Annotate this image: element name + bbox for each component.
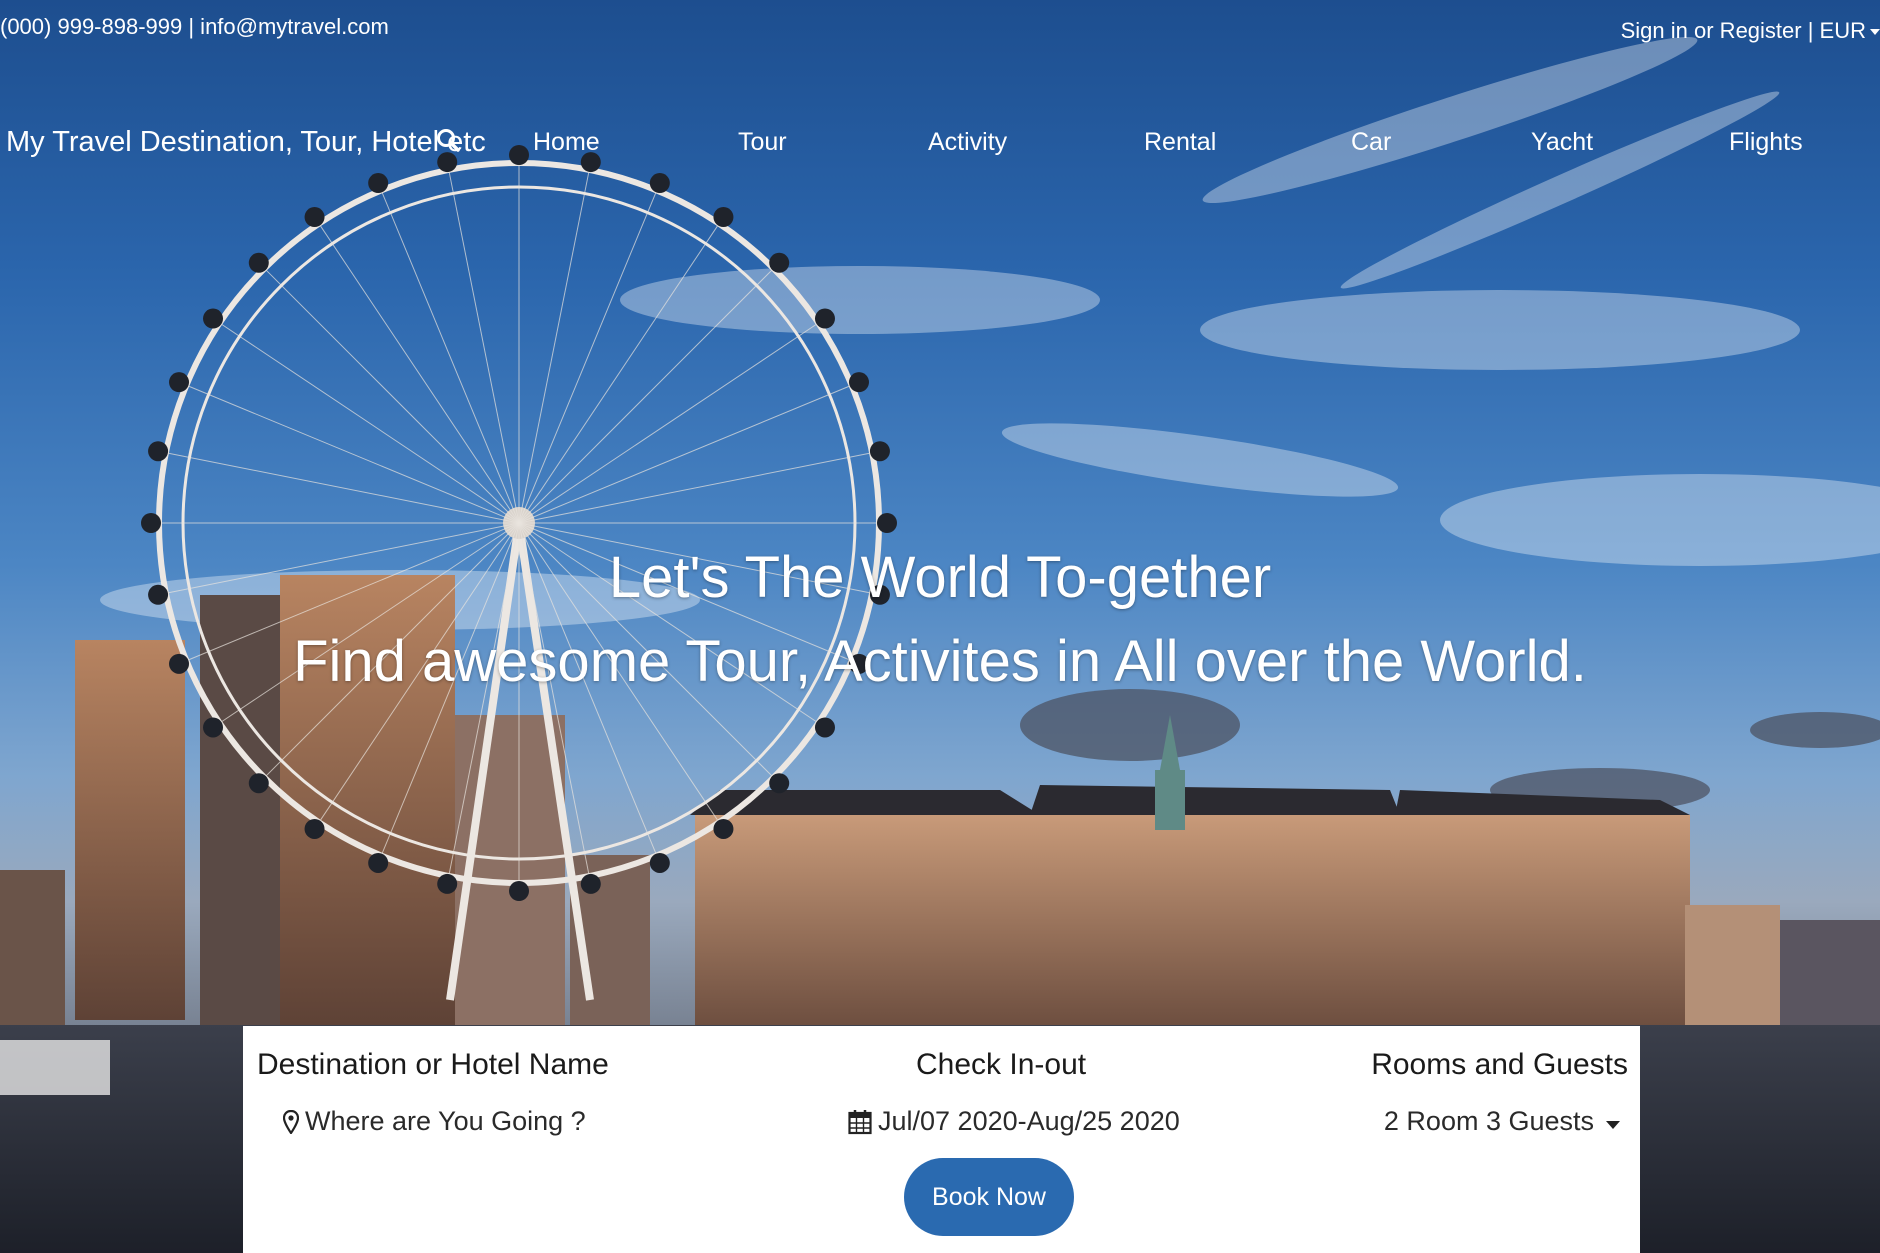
wheel-capsule [649, 852, 670, 873]
top-bar: (000) 999-898-999 | info@mytravel.com Si… [0, 14, 1880, 48]
guests-field[interactable]: 2 Room 3 Guests [1384, 1106, 1620, 1137]
wheel-capsule [203, 308, 224, 329]
wheel-capsule [580, 873, 601, 894]
wheel-capsule [649, 173, 670, 194]
hero-subtitle: Find awesome Tour, Activites in All over… [293, 629, 1587, 694]
destination-label: Destination or Hotel Name [257, 1048, 609, 1081]
wheel-spoke [518, 190, 658, 524]
main-navbar: My Travel Destination, Tour, Hotel etc H… [0, 122, 1880, 168]
brand-logo[interactable]: My Travel Destination, Tour, Hotel etc [6, 126, 486, 159]
nav-activity[interactable]: Activity [928, 128, 1007, 157]
search-icon-svg [437, 129, 460, 152]
wheel-capsule [248, 773, 269, 794]
wheel-capsule [769, 252, 790, 273]
hero-section: (000) 999-898-999 | info@mytravel.com Si… [0, 0, 1880, 1253]
wheel-capsule [368, 173, 389, 194]
nav-home[interactable]: Home [533, 128, 600, 157]
destination-value[interactable]: Where are You Going ? [305, 1106, 586, 1137]
nav-car[interactable]: Car [1351, 128, 1391, 157]
wheel-capsule [368, 852, 389, 873]
nav-yacht[interactable]: Yacht [1531, 128, 1593, 157]
wheel-capsule [437, 873, 458, 894]
caret-down-icon[interactable] [1606, 1120, 1620, 1129]
wheel-capsule [169, 372, 190, 393]
nav-flights[interactable]: Flights [1729, 128, 1803, 157]
booking-panel: Destination or Hotel Name Where are You … [243, 1026, 1640, 1253]
guests-value[interactable]: 2 Room 3 Guests [1384, 1106, 1594, 1137]
wheel-capsule [869, 441, 890, 462]
wheel-capsule [148, 441, 169, 462]
contact-info: (000) 999-898-999 | info@mytravel.com [0, 14, 389, 39]
wheel-capsule [814, 308, 835, 329]
wheel-capsule [713, 818, 734, 839]
account-link[interactable]: Sign in or Register | EUR [1621, 18, 1880, 44]
hero-headline: Let's The World To-gether Find awesome T… [0, 536, 1880, 704]
map-pin-icon [283, 1109, 299, 1134]
nav-rental[interactable]: Rental [1144, 128, 1216, 157]
destination-field[interactable]: Where are You Going ? [283, 1106, 586, 1137]
wheel-spoke [518, 384, 852, 524]
wheel-capsule [713, 207, 734, 228]
wheel-capsule [248, 252, 269, 273]
wheel-capsule [304, 207, 325, 228]
chevron-down-icon[interactable] [1870, 29, 1880, 36]
wheel-spoke [264, 268, 520, 524]
book-now-button[interactable]: Book Now [904, 1158, 1074, 1236]
wheel-capsule [203, 717, 224, 738]
search-icon[interactable] [436, 128, 462, 154]
checkin-label: Check In-out [916, 1048, 1087, 1081]
checkin-value[interactable]: Jul/07 2020-Aug/25 2020 [878, 1106, 1180, 1137]
wheel-capsule [848, 372, 869, 393]
hero-title: Let's The World To-gether [608, 545, 1272, 610]
wheel-capsule [304, 818, 325, 839]
guests-label: Rooms and Guests [1371, 1048, 1628, 1081]
boat [0, 1040, 110, 1095]
wheel-capsule [877, 513, 897, 533]
wheel-spoke [380, 190, 520, 524]
nav-tour[interactable]: Tour [738, 128, 787, 157]
calendar-icon [848, 1109, 872, 1134]
wheel-capsule [814, 717, 835, 738]
account-label[interactable]: Sign in or Register | EUR [1621, 18, 1866, 43]
checkin-field[interactable]: Jul/07 2020-Aug/25 2020 [848, 1106, 1180, 1137]
wheel-capsule [141, 513, 161, 533]
wheel-spoke [186, 384, 520, 524]
wheel-capsule [509, 881, 529, 901]
county-hall-building [690, 715, 1880, 1025]
wheel-capsule [769, 773, 790, 794]
